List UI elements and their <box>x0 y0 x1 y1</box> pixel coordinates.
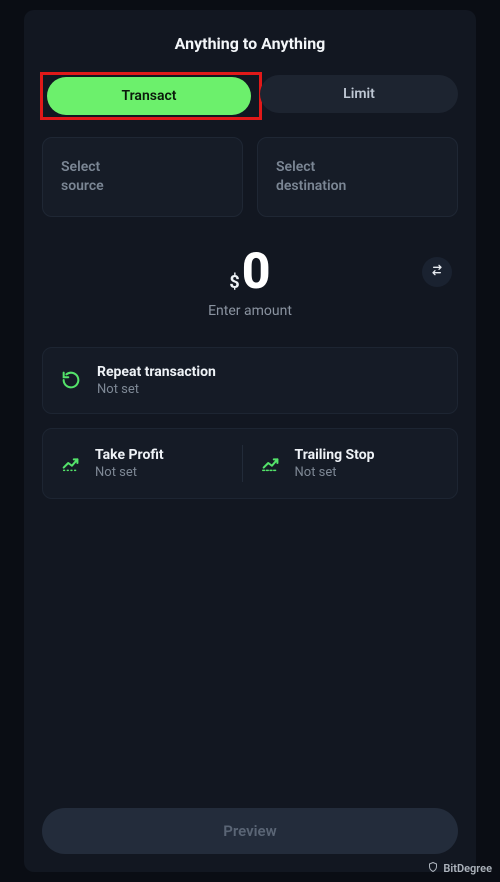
swap-icon <box>429 262 445 282</box>
currency-symbol: $ <box>229 272 239 293</box>
asset-select-row: Select source Select destination <box>42 137 458 217</box>
amount-placeholder: Enter amount <box>42 303 458 319</box>
mode-tabs: Transact Limit <box>42 75 458 113</box>
highlight-transact-tab: Transact <box>40 72 262 120</box>
shield-icon <box>427 861 439 876</box>
watermark-text: BitDegree <box>443 862 492 875</box>
repeat-title: Repeat transaction <box>97 364 216 380</box>
tab-transact[interactable]: Transact <box>47 77 251 115</box>
repeat-transaction-card[interactable]: Repeat transaction Not set <box>42 347 458 414</box>
profit-stop-card: Take Profit Not set Trailing Stop Not se… <box>42 428 458 499</box>
amount-input[interactable]: $ 0 <box>229 247 270 297</box>
transaction-panel: Anything to Anything Transact Limit Sele… <box>24 10 476 872</box>
amount-block: $ 0 Enter amount <box>42 247 458 319</box>
trailing-stop-icon <box>259 451 283 475</box>
take-profit-button[interactable]: Take Profit Not set <box>59 445 242 482</box>
trailing-stop-button[interactable]: Trailing Stop Not set <box>242 445 442 482</box>
select-source-button[interactable]: Select source <box>42 137 243 217</box>
swap-button[interactable] <box>422 257 452 287</box>
trend-up-icon <box>59 451 83 475</box>
select-source-label: Select source <box>61 158 224 196</box>
page-title: Anything to Anything <box>42 34 458 53</box>
repeat-icon <box>59 368 83 392</box>
take-profit-status: Not set <box>95 465 164 480</box>
repeat-status: Not set <box>97 382 216 397</box>
tab-limit[interactable]: Limit <box>260 75 458 113</box>
amount-value: 0 <box>242 247 271 297</box>
take-profit-title: Take Profit <box>95 447 164 463</box>
select-destination-button[interactable]: Select destination <box>257 137 458 217</box>
preview-button[interactable]: Preview <box>42 808 458 854</box>
trailing-stop-title: Trailing Stop <box>295 447 375 463</box>
trailing-stop-status: Not set <box>295 465 375 480</box>
watermark: BitDegree <box>427 861 492 876</box>
select-destination-label: Select destination <box>276 158 439 196</box>
